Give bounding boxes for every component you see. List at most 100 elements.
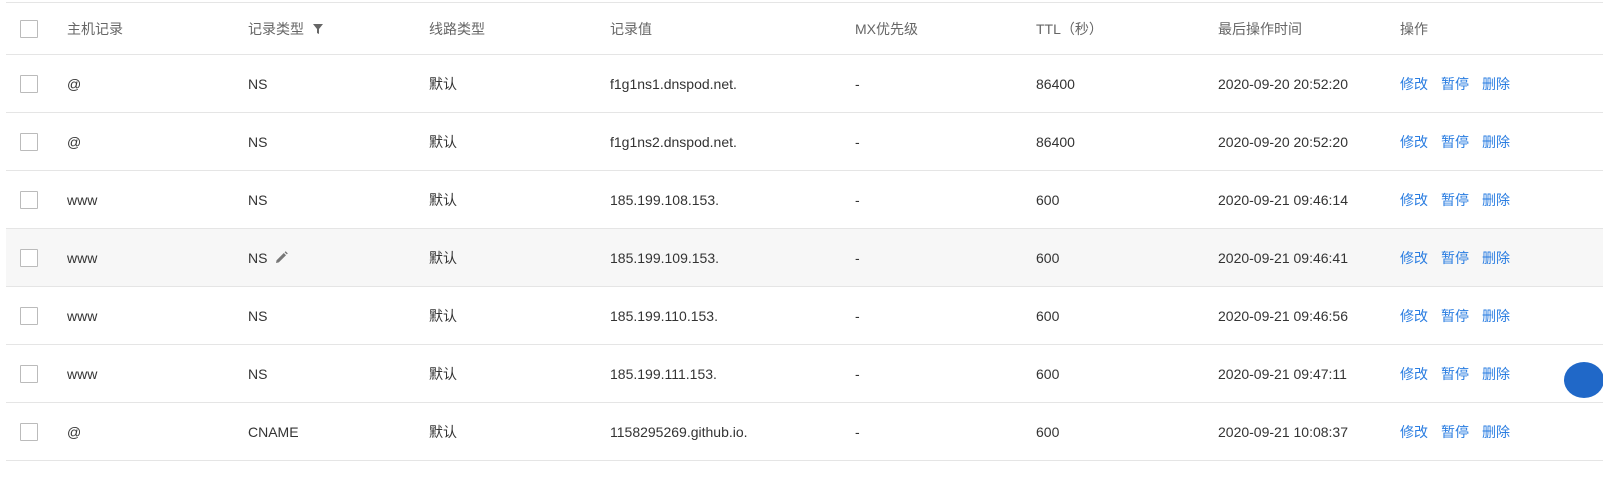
cell-ops: 修改 暂停 删除	[1400, 345, 1523, 402]
cell-ops: 修改 暂停 删除	[1400, 171, 1523, 228]
cell-host: www	[67, 249, 98, 266]
cell-line: 默认	[429, 365, 457, 382]
cell-host: www	[67, 307, 98, 324]
cell-mx: -	[855, 365, 860, 382]
cell-host: www	[67, 191, 98, 208]
cell-ttl: 600	[1036, 423, 1060, 440]
col-header-ops: 操作	[1400, 20, 1428, 37]
row-checkbox[interactable]	[20, 364, 38, 383]
pause-link[interactable]: 暂停	[1441, 306, 1469, 326]
floating-help-button[interactable]	[1564, 362, 1603, 398]
cell-type: NS	[248, 75, 268, 92]
row-select-cell	[20, 229, 38, 286]
cell-ttl: 600	[1036, 307, 1060, 324]
edit-link[interactable]: 修改	[1400, 422, 1428, 442]
row-checkbox[interactable]	[20, 306, 38, 325]
cell-type: CNAME	[248, 423, 299, 440]
cell-type-label: NS	[248, 249, 268, 266]
cell-mx: -	[855, 133, 860, 150]
cell-mx: -	[855, 191, 860, 208]
delete-link[interactable]: 删除	[1482, 306, 1510, 326]
cell-value: f1g1ns2.dnspod.net.	[610, 133, 737, 150]
cell-value: 185.199.108.153.	[610, 191, 719, 208]
edit-pencil-icon[interactable]	[275, 251, 289, 264]
cell-time: 2020-09-21 09:46:56	[1218, 307, 1348, 324]
cell-type: NS	[248, 229, 289, 286]
row-checkbox[interactable]	[20, 74, 38, 93]
row-select-cell	[20, 55, 38, 112]
cell-ttl: 600	[1036, 191, 1060, 208]
col-header-type: 记录类型	[248, 3, 324, 54]
delete-link[interactable]: 删除	[1482, 364, 1510, 384]
cell-line: 默认	[429, 307, 457, 324]
pause-link[interactable]: 暂停	[1441, 364, 1469, 384]
cell-host: www	[67, 365, 98, 382]
col-header-value: 记录值	[610, 20, 652, 37]
cell-line: 默认	[429, 75, 457, 92]
table-row: www NS 默认 185.199.110.153. - 600 2020-09…	[6, 287, 1603, 345]
col-header-host: 主机记录	[67, 20, 123, 37]
cell-ops: 修改 暂停 删除	[1400, 113, 1523, 170]
cell-ops: 修改 暂停 删除	[1400, 229, 1523, 286]
cell-line: 默认	[429, 423, 457, 440]
edit-link[interactable]: 修改	[1400, 74, 1428, 94]
pause-link[interactable]: 暂停	[1441, 248, 1469, 268]
table-row: www NS 默认 185.199.108.153. - 600 2020-09…	[6, 171, 1603, 229]
cell-ttl: 600	[1036, 249, 1060, 266]
row-checkbox[interactable]	[20, 248, 38, 267]
cell-ops: 修改 暂停 删除	[1400, 403, 1523, 460]
cell-ttl: 600	[1036, 365, 1060, 382]
col-header-line: 线路类型	[429, 20, 485, 37]
cell-value: f1g1ns1.dnspod.net.	[610, 75, 737, 92]
cell-host: @	[67, 133, 82, 150]
cell-time: 2020-09-21 09:47:11	[1218, 365, 1347, 382]
cell-ttl: 86400	[1036, 133, 1075, 150]
table-row: @ NS 默认 f1g1ns2.dnspod.net. - 86400 2020…	[6, 113, 1603, 171]
delete-link[interactable]: 删除	[1482, 190, 1510, 210]
row-checkbox[interactable]	[20, 132, 38, 151]
row-select-cell	[20, 287, 38, 344]
edit-link[interactable]: 修改	[1400, 364, 1428, 384]
pause-link[interactable]: 暂停	[1441, 74, 1469, 94]
row-checkbox[interactable]	[20, 190, 38, 209]
edit-link[interactable]: 修改	[1400, 248, 1428, 268]
cell-time: 2020-09-20 20:52:20	[1218, 75, 1348, 92]
delete-link[interactable]: 删除	[1482, 74, 1510, 94]
row-checkbox[interactable]	[20, 422, 38, 441]
dns-records-table: 主机记录 记录类型 线路类型 记录值 MX优先级 TTL（秒） 最后操作时间 操…	[6, 2, 1603, 479]
delete-link[interactable]: 删除	[1482, 132, 1510, 152]
cell-host: @	[67, 423, 82, 440]
table-header: 主机记录 记录类型 线路类型 记录值 MX优先级 TTL（秒） 最后操作时间 操…	[6, 3, 1603, 55]
filter-icon[interactable]	[312, 23, 324, 35]
row-select-cell	[20, 345, 38, 402]
edit-link[interactable]: 修改	[1400, 132, 1428, 152]
cell-mx: -	[855, 249, 860, 266]
cell-value: 1158295269.github.io.	[610, 423, 748, 440]
cell-ops: 修改 暂停 删除	[1400, 287, 1523, 344]
cell-time: 2020-09-20 20:52:20	[1218, 133, 1348, 150]
pause-link[interactable]: 暂停	[1441, 132, 1469, 152]
pause-link[interactable]: 暂停	[1441, 422, 1469, 442]
cell-type: NS	[248, 133, 268, 150]
cell-type: NS	[248, 191, 268, 208]
cell-value: 185.199.111.153.	[610, 365, 717, 382]
delete-link[interactable]: 删除	[1482, 248, 1510, 268]
edit-link[interactable]: 修改	[1400, 306, 1428, 326]
col-header-mx: MX优先级	[855, 20, 918, 37]
cell-mx: -	[855, 75, 860, 92]
select-all-checkbox[interactable]	[20, 19, 38, 38]
pause-link[interactable]: 暂停	[1441, 190, 1469, 210]
cell-time: 2020-09-21 10:08:37	[1218, 423, 1348, 440]
col-header-type-label: 记录类型	[248, 20, 304, 37]
cell-time: 2020-09-21 09:46:14	[1218, 191, 1348, 208]
row-select-cell	[20, 403, 38, 460]
row-select-cell	[20, 113, 38, 170]
cell-line: 默认	[429, 191, 457, 208]
row-select-cell	[20, 171, 38, 228]
cell-host: @	[67, 75, 82, 92]
table-row: @ NS 默认 f1g1ns1.dnspod.net. - 86400 2020…	[6, 55, 1603, 113]
cell-ttl: 86400	[1036, 75, 1075, 92]
cell-type: NS	[248, 307, 268, 324]
delete-link[interactable]: 删除	[1482, 422, 1510, 442]
edit-link[interactable]: 修改	[1400, 190, 1428, 210]
